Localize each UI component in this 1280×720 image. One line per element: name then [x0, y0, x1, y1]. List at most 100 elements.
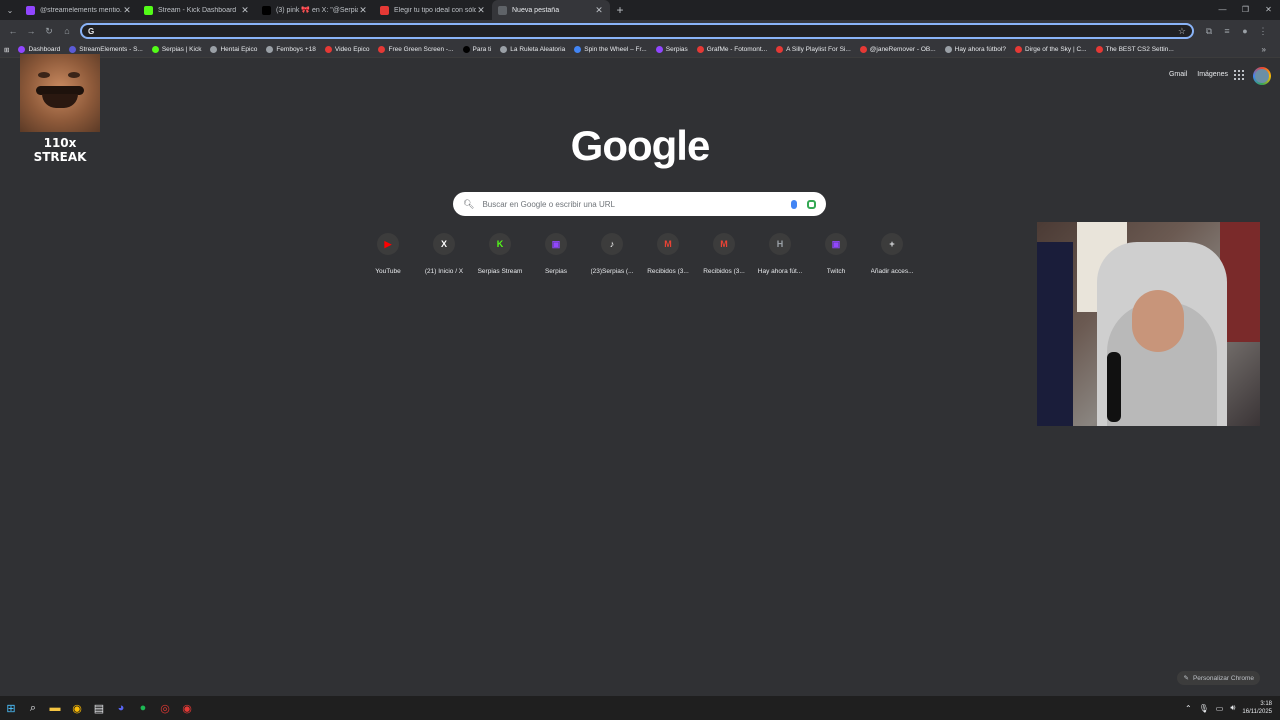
apps-grid-icon[interactable]: ⊞	[4, 46, 9, 54]
bookmark-item[interactable]: Serpias | Kick	[151, 46, 201, 53]
browser-tab[interactable]: Elegir tu tipo ideal con sólo m...✕	[374, 0, 492, 20]
tab-close-icon[interactable]: ✕	[240, 5, 250, 16]
file-explorer-icon[interactable]: ▬	[44, 697, 66, 719]
browser-tab[interactable]: Nueva pestaña ✕	[492, 0, 610, 20]
shortcut-tile[interactable]: M Recibidos (3...	[640, 233, 696, 275]
shortcut-icon: K	[489, 233, 511, 255]
tab-search-icon[interactable]: ⌄	[0, 6, 20, 15]
tray-overflow-icon[interactable]: ⌃	[1185, 704, 1192, 713]
bookmark-item[interactable]: Dirge of the Sky | C...	[1014, 46, 1087, 53]
bookmark-item[interactable]: GrafMe - Fotomont...	[696, 46, 768, 53]
google-apps-icon[interactable]	[1234, 70, 1244, 80]
shortcut-tile[interactable]: ▣ Serpias	[528, 233, 584, 275]
browser-chrome: ⌄ @streamelements mentio... ✕ Stream - Kic…	[0, 0, 1280, 58]
shortcut-tile[interactable]: ♪ (23)Serpias (...	[584, 233, 640, 275]
account-avatar[interactable]	[1253, 67, 1271, 85]
browser-tab[interactable]: @streamelements mentio... ✕	[20, 0, 138, 20]
bookmark-favicon-icon	[500, 46, 508, 53]
forward-arrow-icon[interactable]: →	[22, 26, 40, 36]
customize-chrome-button[interactable]: ✎ Personalizar Chrome	[1177, 671, 1260, 685]
bookmark-label: Serpias	[665, 46, 688, 53]
bookmark-label: GrafMe - Fotomont...	[706, 46, 768, 53]
bookmark-item[interactable]: Para ti	[462, 46, 492, 53]
volume-icon[interactable]: 🔊︎	[1230, 703, 1235, 713]
windows-start-icon[interactable]: ⊞	[0, 697, 22, 719]
shortcut-tile[interactable]: + Añadir acces...	[864, 233, 920, 275]
shortcut-icon: ▶	[377, 233, 399, 255]
shortcut-tile[interactable]: K Serpias Stream	[472, 233, 528, 275]
discord-icon[interactable]: ◕	[110, 697, 132, 719]
voice-search-icon[interactable]	[791, 199, 797, 209]
minimize-icon[interactable]: —	[1211, 0, 1234, 20]
reload-icon[interactable]: ↻	[40, 26, 58, 37]
bookmark-label: A Silly Playlist For Si...	[786, 46, 851, 53]
images-link[interactable]: Imágenes	[1197, 71, 1228, 78]
google-g-icon: G	[88, 26, 95, 36]
tab-close-icon[interactable]: ✕	[122, 5, 132, 16]
address-input[interactable]	[98, 26, 1178, 36]
profile-icon[interactable]: ●	[1236, 26, 1254, 36]
webcam-overlay	[1037, 222, 1260, 426]
streak-text: 110x STREAK	[33, 136, 87, 164]
bookmark-label: Hentai Epico	[220, 46, 258, 53]
bookmark-item[interactable]: Free Green Screen -...	[378, 46, 454, 53]
taskbar-search-icon[interactable]: ⌕	[22, 697, 44, 719]
google-lens-icon[interactable]	[807, 199, 816, 209]
bookmark-item[interactable]: Video Epico	[324, 46, 369, 53]
taskbar-red-app-icon[interactable]: ◎	[154, 697, 176, 719]
new-tab-button[interactable]: +	[610, 3, 630, 17]
shortcut-label: (23)Serpias (...	[590, 268, 634, 275]
address-bar[interactable]: G ☆	[80, 23, 1194, 39]
shortcut-icon: H	[769, 233, 791, 255]
tab-close-icon[interactable]: ✕	[594, 5, 604, 16]
search-input[interactable]	[482, 199, 791, 209]
bookmark-item[interactable]: A Silly Playlist For Si...	[776, 46, 851, 53]
tab-close-icon[interactable]: ✕	[358, 5, 368, 16]
kick-icon	[144, 5, 153, 15]
bookmark-label: La Ruleta Aleatoria	[510, 46, 566, 53]
bookmark-star-icon[interactable]: ☆	[1178, 26, 1186, 37]
bookmark-item[interactable]: The BEST CS2 Settin...	[1095, 46, 1174, 53]
spotify-icon[interactable]: ●	[132, 697, 154, 719]
bookmark-label: The BEST CS2 Settin...	[1105, 46, 1174, 53]
media-controls-icon[interactable]: ≡	[1218, 26, 1236, 36]
bookmark-item[interactable]: La Ruleta Aleatoria	[500, 46, 565, 53]
chrome-taskbar-icon[interactable]: ◉	[66, 697, 88, 719]
bookmark-item[interactable]: Spin the Wheel – Fr...	[574, 46, 647, 53]
tab-title: @streamelements mentio...	[40, 6, 122, 14]
bookmark-item[interactable]: Serpias	[655, 46, 688, 53]
shortcut-tile[interactable]: ▶ YouTube	[360, 233, 416, 275]
bookmark-item[interactable]: StreamElements - S...	[69, 46, 143, 53]
shortcut-tile[interactable]: X (21) Inicio / X	[416, 233, 472, 275]
search-box[interactable]: 🔍︎	[453, 192, 826, 216]
bookmark-item[interactable]: Hay ahora fútbol?	[944, 46, 1006, 53]
taskbar-clock[interactable]: 3:18 16/11/2025	[1242, 700, 1272, 716]
gmail-link[interactable]: Gmail	[1169, 71, 1187, 78]
bookmark-item[interactable]: Dashboard	[18, 46, 60, 53]
shortcut-tile[interactable]: M Recibidos (3...	[696, 233, 752, 275]
browser-tab[interactable]: (3) pink 🎀 en X: "@Serpias 7T...✕	[256, 0, 374, 20]
tab-close-icon[interactable]: ✕	[476, 5, 486, 16]
menu-dots-icon[interactable]: ⋮	[1254, 26, 1272, 37]
home-icon[interactable]: ⌂	[58, 26, 76, 36]
shortcut-label: Hay ahora fút...	[757, 268, 803, 275]
shortcut-tile[interactable]: ▣ Twitch	[808, 233, 864, 275]
browser-tab[interactable]: Stream - Kick Dashboard ✕	[138, 0, 256, 20]
maximize-icon[interactable]: ❐	[1234, 0, 1257, 20]
back-arrow-icon[interactable]: ←	[4, 26, 22, 36]
bookmark-item[interactable]: Femboys +18	[266, 46, 316, 53]
bookmark-favicon-icon	[574, 46, 582, 53]
network-icon[interactable]: ▭	[1216, 704, 1224, 713]
bookmarks-overflow-icon[interactable]: »	[1262, 45, 1266, 54]
bookmark-item[interactable]: Hentai Epico	[210, 46, 257, 53]
extensions-icon[interactable]: ⧉	[1200, 26, 1218, 37]
taskbar-record-icon[interactable]: ◉	[176, 697, 198, 719]
taskbar-app-icon[interactable]: ▤	[88, 697, 110, 719]
pencil-icon: ✎	[1183, 675, 1189, 682]
bookmark-item[interactable]: @janeRemover - OB...	[859, 46, 936, 53]
bookmark-label: Para ti	[472, 46, 492, 53]
bookmark-favicon-icon	[696, 46, 704, 53]
microphone-icon[interactable]: 🎙︎	[1199, 704, 1209, 713]
close-window-icon[interactable]: ✕	[1257, 0, 1280, 20]
shortcut-tile[interactable]: H Hay ahora fút...	[752, 233, 808, 275]
